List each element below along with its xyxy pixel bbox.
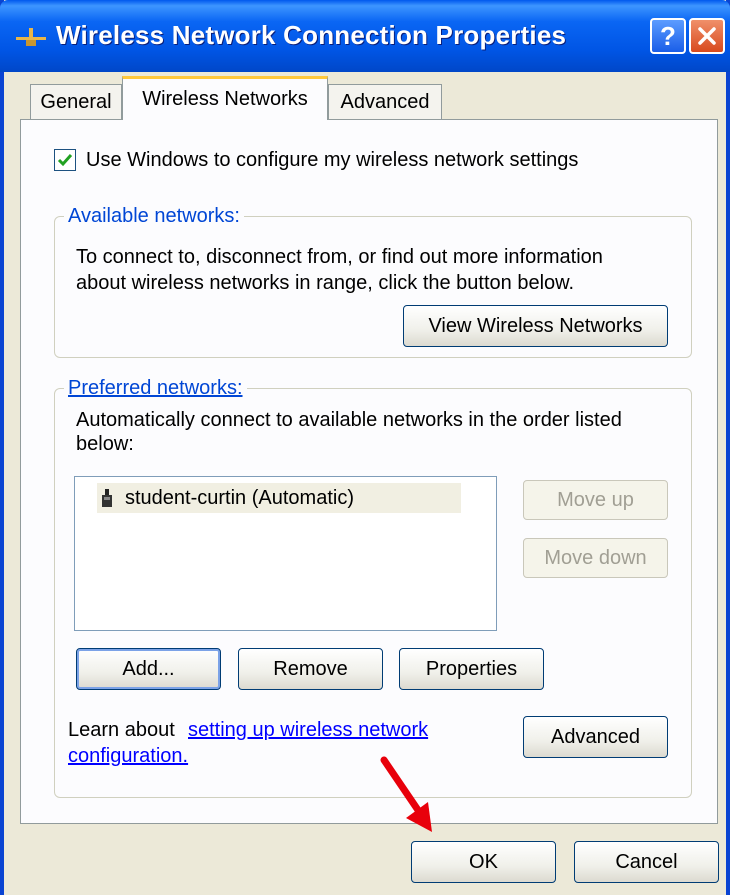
tab-advanced-label: Advanced — [340, 91, 430, 113]
available-networks-text-line1: To connect to, disconnect from, or find … — [76, 246, 603, 268]
ok-label: OK — [469, 850, 498, 873]
move-up-label: Move up — [557, 488, 634, 511]
use-windows-checkbox-label[interactable]: Use Windows to configure my wireless net… — [86, 149, 578, 172]
network-connection-icon — [16, 28, 46, 46]
window-title: Wireless Network Connection Properties — [56, 20, 567, 50]
checkmark-icon — [57, 154, 73, 167]
red-arrow-annotation — [380, 756, 432, 832]
ok-button[interactable]: OK — [411, 841, 556, 883]
add-button[interactable]: Add... — [76, 648, 221, 690]
move-up-button[interactable]: Move up — [523, 480, 668, 520]
preferred-networks-legend: Preferred networks: — [64, 377, 247, 400]
tab-general[interactable]: General — [30, 84, 122, 120]
available-networks-text-line2: about wireless networks in range, click … — [76, 272, 575, 294]
move-down-button[interactable]: Move down — [523, 538, 668, 578]
advanced-label: Advanced — [551, 725, 640, 748]
list-item[interactable]: student-curtin (Automatic) — [97, 483, 461, 513]
properties-label: Properties — [425, 657, 518, 680]
view-wireless-networks-label: View Wireless Networks — [428, 314, 643, 337]
close-icon — [698, 27, 716, 45]
help-icon: ? — [660, 20, 676, 51]
move-down-label: Move down — [544, 546, 647, 569]
close-button[interactable] — [689, 18, 725, 54]
title-bar[interactable]: Wireless Network Connection Properties ? — [0, 0, 730, 72]
properties-button[interactable]: Properties — [399, 648, 544, 690]
cancel-button[interactable]: Cancel — [574, 841, 719, 883]
add-label: Add... — [122, 657, 175, 680]
use-windows-checkbox[interactable] — [54, 149, 76, 171]
tab-general-label: General — [40, 91, 112, 113]
setup-link-line1[interactable]: setting up wireless network — [188, 719, 428, 742]
remove-button[interactable]: Remove — [238, 648, 383, 690]
setup-link-line2[interactable]: configuration. — [68, 745, 188, 768]
learn-about-text: Learn about — [68, 719, 175, 741]
list-item-label: student-curtin (Automatic) — [125, 486, 354, 509]
tab-advanced[interactable]: Advanced — [328, 84, 442, 120]
preferred-networks-list[interactable]: student-curtin (Automatic) — [74, 476, 497, 631]
view-wireless-networks-button[interactable]: View Wireless Networks — [403, 305, 668, 347]
cancel-label: Cancel — [615, 850, 678, 873]
tab-wireless-networks-label: Wireless Networks — [142, 88, 308, 110]
help-button[interactable]: ? — [650, 18, 686, 54]
tab-wireless-networks[interactable]: Wireless Networks — [122, 76, 328, 120]
available-networks-legend: Available networks: — [64, 205, 244, 228]
preferred-networks-text-line1: Automatically connect to available netwo… — [76, 409, 622, 431]
wireless-antenna-icon — [102, 489, 112, 507]
preferred-networks-text-line2: below: — [76, 433, 134, 455]
advanced-button[interactable]: Advanced — [523, 716, 668, 758]
remove-label: Remove — [273, 657, 348, 680]
